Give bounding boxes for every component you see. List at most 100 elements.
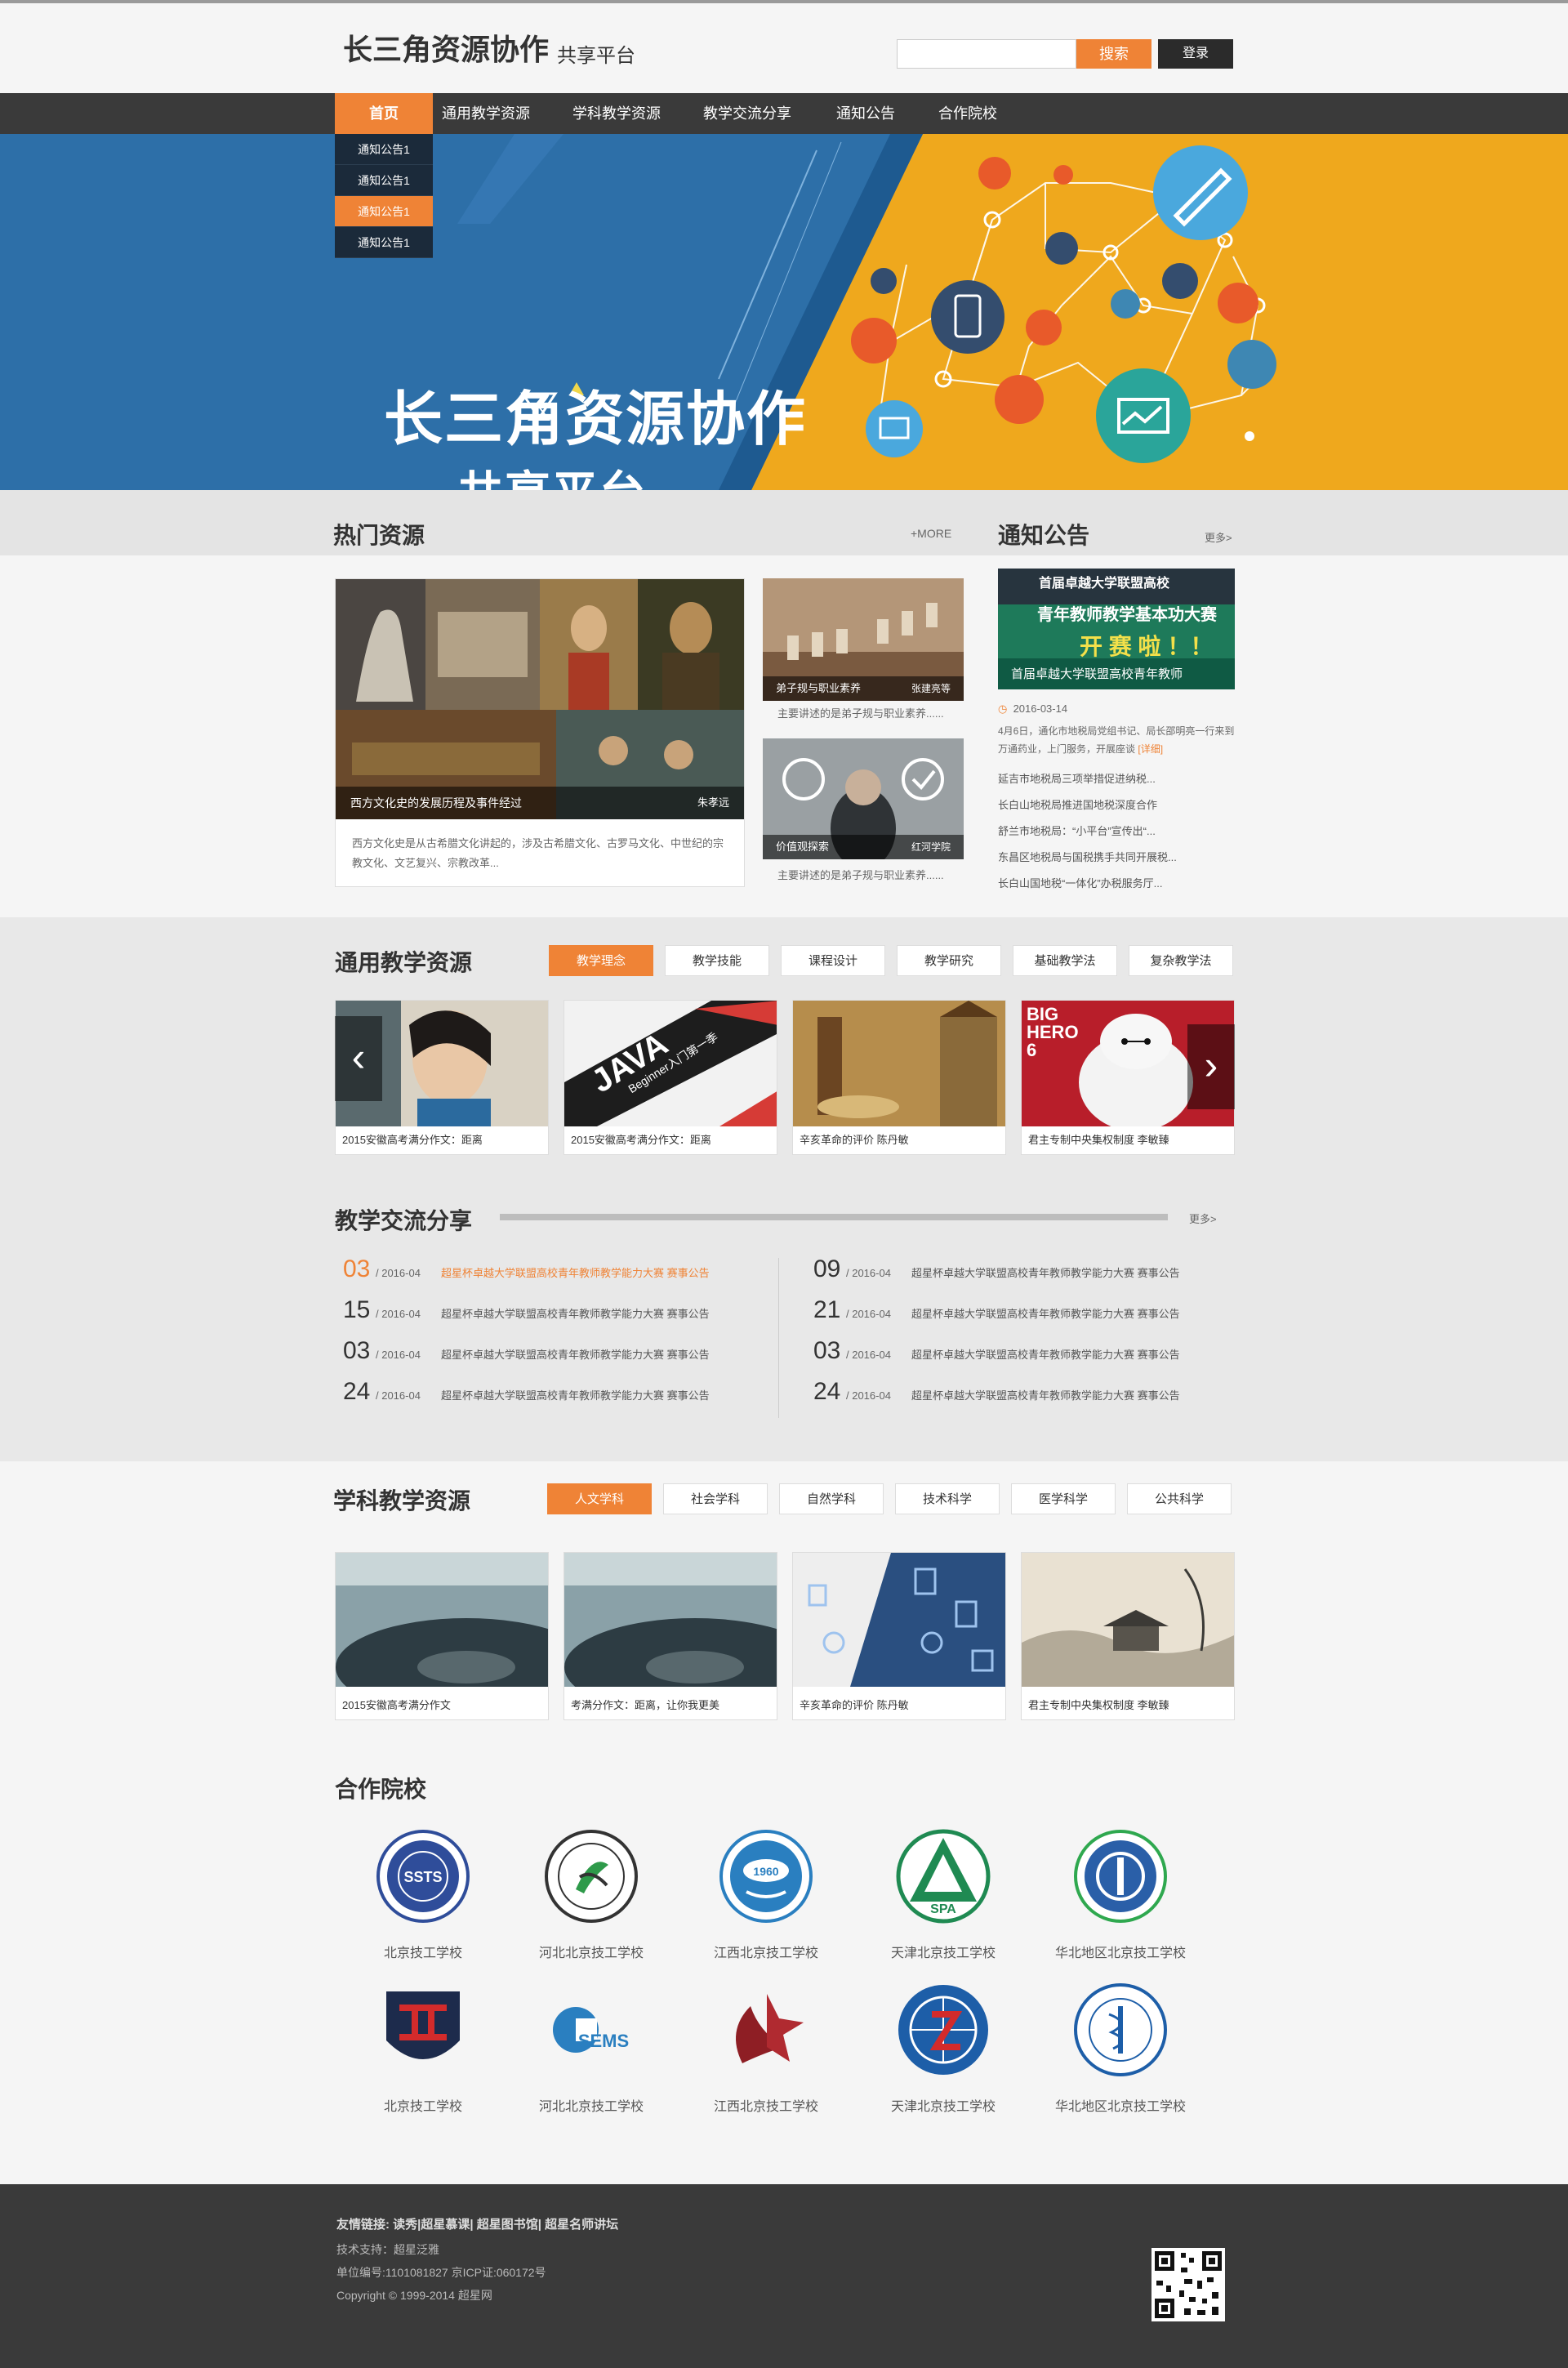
notice-item[interactable]: 长白山国地税“一体化”办税服务厅... [998,871,1235,897]
general-tab-2[interactable]: 教学技能 [665,945,769,976]
hot-side-caption-1: 张建亮等 弟子规与职业素养 [763,676,964,701]
hot-side-image-2[interactable]: 红河学院 价值观探索 [763,738,964,859]
nav-item-exchange[interactable]: 教学交流分享 [694,93,800,134]
carousel-next-button[interactable]: › [1187,1024,1235,1109]
qr-code-icon[interactable] [1152,2248,1225,2321]
hot-header-band [0,490,1568,555]
notice-item[interactable]: 延吉市地税局三项举措促进纳税... [998,766,1235,792]
hot-more-link[interactable]: +MORE [911,527,951,540]
notice-more-link[interactable]: 更多> [1205,529,1232,545]
hot-main-image: 朱孝远 西方文化史的发展历程及事件经过 [336,579,744,819]
exchange-text: 超星杯卓越大学联盟高校青年教师教学能力大赛 赛事公告 [441,1267,710,1279]
general-tab-1[interactable]: 教学理念 [549,945,653,976]
notice-detail-link[interactable]: [详细] [1138,743,1163,755]
partner-school[interactable]: 1960 江西北京技工学校 [680,1828,852,1961]
school-emblem-icon [386,1991,460,2059]
subject-tab-3[interactable]: 自然学科 [779,1483,884,1514]
exchange-text: 超星杯卓越大学联盟高校青年教师教学能力大赛 赛事公告 [441,1349,710,1361]
exchange-item[interactable]: 15 / 2016-04 超星杯卓越大学联盟高校青年教师教学能力大赛 赛事公告 [343,1296,710,1329]
hot-side-caption-text-2: 价值观探索 [776,841,830,853]
subject-tab-2[interactable]: 社会学科 [663,1483,768,1514]
exchange-item[interactable]: 03 / 2016-04 超星杯卓越大学联盟高校青年教师教学能力大赛 赛事公告 [343,1255,710,1288]
subject-tab-5[interactable]: 医学科学 [1011,1483,1116,1514]
general-tile-caption-2: 2015安徽高考满分作文：距离 [571,1134,711,1146]
exchange-date: / 2016-04 [846,1308,891,1320]
nav-item-subject[interactable]: 学科教学资源 [564,93,670,134]
partner-school[interactable]: 天津北京技工学校 [858,1982,1029,2115]
exchange-item[interactable]: 03 / 2016-04 超星杯卓越大学联盟高校青年教师教学能力大赛 赛事公告 [813,1337,1180,1370]
partners-title: 合作院校 [335,1777,427,1802]
exchange-date: / 2016-04 [376,1267,421,1279]
partner-name: 天津北京技工学校 [890,2100,996,2114]
dropdown-item[interactable]: 通知公告1 [335,134,433,165]
nav-item-general[interactable]: 通用教学资源 [433,93,539,134]
notice-image-line3: 开 赛 啦 ！！ [1080,634,1214,659]
subject-tile-2[interactable]: 考满分作文：距离，让你我更美 [564,1552,777,1720]
emblem-text-sems: SEMS [578,2031,629,2051]
search-input[interactable] [897,39,1076,69]
subject-tab-4[interactable]: 技术科学 [895,1483,1000,1514]
subject-tile-4[interactable]: 君主专制中央集权制度 李敏臻 [1021,1552,1235,1720]
subject-tile-1[interactable]: 2015安徽高考满分作文 [335,1552,549,1720]
partner-school[interactable]: 华北地区北京技工学校 [1035,1828,1206,1961]
general-tile-2[interactable]: JAVA Beginner入门第一季 2015安徽高考满分作文：距离 [564,1000,777,1155]
dropdown-item[interactable]: 通知公告1 [335,227,433,258]
site-logo-title[interactable]: 长三角资源协作 [343,26,549,69]
nav-item-partners[interactable]: 合作院校 [927,93,1009,134]
exchange-date: / 2016-04 [376,1389,421,1402]
notice-image[interactable]: 首届卓越大学联盟高校 青年教师教学基本功大赛 开 赛 啦 ！！ 首届卓越大学联盟… [998,569,1235,689]
exchange-day: 09 [813,1255,841,1282]
exchange-item[interactable]: 09 / 2016-04 超星杯卓越大学联盟高校青年教师教学能力大赛 赛事公告 [813,1255,1180,1288]
partner-name: 天津北京技工学校 [890,1947,996,1960]
notice-item[interactable]: 长白山地税局推进国地税深度合作 [998,792,1235,818]
nav-item-home[interactable]: 首页 [335,93,433,134]
general-tab-3[interactable]: 课程设计 [781,945,885,976]
partner-school[interactable]: 河北北京技工学校 [506,1828,677,1961]
partner-school[interactable]: SSTS 北京技工学校 [337,1828,509,1961]
general-tab-5[interactable]: 基础教学法 [1013,945,1117,976]
general-band [0,917,1568,1461]
partner-school[interactable]: SEMS 河北北京技工学校 [506,1982,677,2115]
partner-school[interactable]: 华北地区北京技工学校 [1035,1982,1206,2115]
clock-icon: ◷ [998,702,1008,715]
hot-side-image-1[interactable]: 张建亮等 弟子规与职业素养 [763,578,964,701]
partner-school[interactable]: 江西北京技工学校 [680,1982,852,2115]
general-tab-6[interactable]: 复杂教学法 [1129,945,1233,976]
footer-support: 技术支持：超星泛雅 [336,2243,439,2256]
nav-item-notice[interactable]: 通知公告 [825,93,906,134]
notice-date: 2016-03-14 [1013,702,1068,715]
subject-tile-3[interactable]: 辛亥革命的评价 陈丹敏 [792,1552,1006,1720]
hot-main-card[interactable]: 朱孝远 西方文化史的发展历程及事件经过 西方文化史是从古希腊文化讲起的，涉及古希腊… [335,578,745,887]
notice-item[interactable]: 东昌区地税局与国税携手共同开展税... [998,845,1235,871]
hot-main-desc: 西方文化史是从古希腊文化讲起的，涉及古希腊文化、古罗马文化、中世纪的宗教文化、文… [352,837,724,869]
exchange-text: 超星杯卓越大学联盟高校青年教师教学能力大赛 赛事公告 [441,1308,710,1320]
carousel-prev-button[interactable]: ‹ [335,1016,382,1101]
subject-tab-6[interactable]: 公共科学 [1127,1483,1232,1514]
exchange-more-link[interactable]: 更多> [1189,1211,1217,1226]
general-tile-3[interactable]: 辛亥革命的评价 陈丹敏 [792,1000,1006,1155]
school-emblem-icon [1074,1983,1167,2076]
partner-school[interactable]: SPA 天津北京技工学校 [858,1828,1029,1961]
exchange-item[interactable]: 24 / 2016-04 超星杯卓越大学联盟高校青年教师教学能力大赛 赛事公告 [343,1378,710,1411]
footer-links[interactable]: 友情链接: 读秀|超星慕课| 超星图书馆| 超星名师讲坛 [336,2215,618,2232]
hot-side-caption-text-1: 弟子规与职业素养 [776,682,862,694]
exchange-item[interactable]: 21 / 2016-04 超星杯卓越大学联盟高校青年教师教学能力大赛 赛事公告 [813,1296,1180,1329]
search-button[interactable]: 搜索 [1076,39,1152,69]
dropdown-item[interactable]: 通知公告1 [335,165,433,196]
exchange-item[interactable]: 03 / 2016-04 超星杯卓越大学联盟高校青年教师教学能力大赛 赛事公告 [343,1337,710,1370]
hero-banner[interactable]: 长三角资源协作 共享平台 [0,134,1568,490]
partner-name: 江西北京技工学校 [713,1947,818,1960]
general-tab-4[interactable]: 教学研究 [897,945,1001,976]
subject-tile-image-3 [793,1553,1005,1687]
subject-tile-caption-3: 辛亥革命的评价 陈丹敏 [800,1699,909,1711]
exchange-date: / 2016-04 [376,1349,421,1361]
subject-tab-1[interactable]: 人文学科 [547,1483,652,1514]
exchange-item[interactable]: 24 / 2016-04 超星杯卓越大学联盟高校青年教师教学能力大赛 赛事公告 [813,1378,1180,1411]
hot-main-caption-text: 西方文化史的发展历程及事件经过 [350,796,522,809]
login-button[interactable]: 登录 [1158,39,1233,69]
notice-item[interactable]: 舒兰市地税局：“小平台”宣传出“... [998,818,1235,845]
dropdown-item[interactable]: 通知公告1 [335,196,433,227]
exchange-day: 03 [343,1337,371,1364]
partner-school[interactable]: 北京技工学校 [337,1982,509,2115]
subject-tile-image-4 [1022,1553,1234,1687]
